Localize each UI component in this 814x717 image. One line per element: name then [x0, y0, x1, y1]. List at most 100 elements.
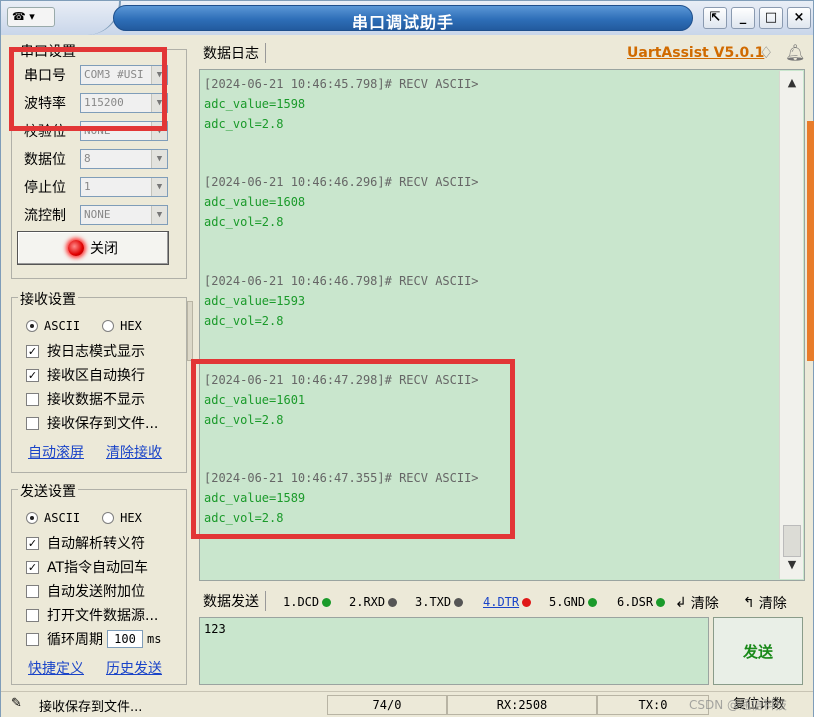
checkbox-checked[interactable]: ✓: [26, 368, 39, 382]
recv-hex-label: HEX: [120, 319, 142, 333]
log-entry: [2024-06-21 10:46:46.798]# RECV ASCII> a…: [204, 271, 479, 331]
send-opt-at-cr-label: AT指令自动回车: [47, 560, 149, 576]
checkbox-unchecked[interactable]: [26, 416, 39, 430]
checkbox-unchecked[interactable]: [26, 608, 39, 622]
pin-icon[interactable]: ⇱: [703, 7, 727, 29]
recv-ascii-label: ASCII: [44, 319, 81, 333]
send-hex-label: HEX: [120, 511, 142, 525]
status-led-icon: [68, 240, 84, 256]
flow-row: 流控制 NONE ▼: [24, 204, 168, 226]
app-window: ☎ ▾ 串口调试助手 ⇱ _ □ × 串口设置 串口号 COM3 #USI ▼ 波…: [0, 0, 814, 717]
checkbox-checked[interactable]: ✓: [26, 344, 39, 358]
recv-opt-autowrap[interactable]: ✓ 接收区自动换行: [26, 365, 145, 385]
log-entry-header: [2024-06-21 10:46:45.798]# RECV ASCII>: [204, 77, 479, 91]
send-opt-at-cr[interactable]: ✓ AT指令自动回车: [26, 557, 148, 577]
log-entry-voltage: adc_vol=2.8: [204, 314, 284, 328]
recv-hex-radio[interactable]: [102, 320, 115, 332]
send-button[interactable]: 发送: [713, 617, 803, 685]
send-opt-file[interactable]: 打开文件数据源...: [26, 605, 158, 625]
recv-opt-hide[interactable]: 接收数据不显示: [26, 389, 145, 409]
clear-receive-link[interactable]: 清除接收: [106, 442, 162, 462]
signal-dcd[interactable]: 1.DCD: [283, 595, 332, 609]
clear-button-1[interactable]: ↲ 清除: [675, 593, 719, 613]
signal-dtr[interactable]: 4.DTR: [483, 595, 532, 609]
recv-format-row: ASCII HEX: [26, 316, 142, 336]
receive-settings-title: 接收设置: [18, 289, 78, 309]
log-scrollbar[interactable]: ▲ ▼: [779, 71, 803, 579]
send-opt-append-label: 自动发送附加位: [47, 584, 145, 600]
send-hex-radio[interactable]: [102, 512, 115, 524]
clear-button-2[interactable]: ↰ 清除: [743, 593, 787, 613]
send-input[interactable]: 123: [199, 617, 709, 685]
title-curve-decoration: [61, 1, 121, 35]
send-ascii-radio[interactable]: [26, 512, 38, 524]
close-window-button[interactable]: ×: [787, 7, 811, 29]
scroll-down-icon[interactable]: ▼: [780, 555, 804, 575]
status-rx: RX:2508: [447, 695, 597, 715]
scroll-thumb[interactable]: [783, 525, 801, 557]
autoscroll-link[interactable]: 自动滚屏: [28, 442, 84, 462]
title-pill: 串口调试助手: [113, 5, 693, 32]
chevron-down-icon: ▼: [151, 206, 167, 224]
flow-select[interactable]: NONE ▼: [80, 205, 168, 225]
checkbox-unchecked[interactable]: [26, 584, 39, 598]
stopbits-label: 停止位: [24, 180, 66, 196]
checkbox-unchecked[interactable]: [26, 632, 39, 646]
stopbits-select[interactable]: 1 ▼: [80, 177, 168, 197]
chevron-down-icon: ▼: [151, 178, 167, 196]
diamond-icon[interactable]: ♢: [759, 43, 773, 62]
log-entry: [2024-06-21 10:46:46.296]# RECV ASCII> a…: [204, 172, 479, 232]
checkbox-unchecked[interactable]: [26, 392, 39, 406]
databits-select[interactable]: 8 ▼: [80, 149, 168, 169]
status-bar: ✎ 接收保存到文件... 74/0 RX:2508 TX:0 复位计数 CSDN…: [1, 691, 813, 717]
clear-button-2-label: 清除: [758, 596, 787, 612]
status-left-text[interactable]: 接收保存到文件...: [39, 696, 142, 715]
signal-dcd-indicator: [322, 597, 332, 607]
checkbox-checked[interactable]: ✓: [26, 536, 39, 550]
period-input[interactable]: 100: [107, 630, 143, 648]
close-port-button[interactable]: 关闭: [17, 231, 169, 265]
maximize-button[interactable]: □: [759, 7, 783, 29]
tab-data-send[interactable]: 数据发送: [203, 591, 266, 611]
signal-gnd-label: 5.GND: [549, 595, 586, 609]
log-entry-header: [2024-06-21 10:46:46.798]# RECV ASCII>: [204, 274, 479, 288]
send-opt-escape[interactable]: ✓ 自动解析转义符: [26, 533, 145, 553]
databits-row: 数据位 8 ▼: [24, 148, 168, 170]
send-opt-period-label: 循环周期: [47, 632, 103, 648]
signal-dcd-label: 1.DCD: [283, 595, 320, 609]
signal-rxd[interactable]: 2.RXD: [349, 595, 398, 609]
log-entry-voltage: adc_vol=2.8: [204, 117, 284, 131]
period-unit: ms: [147, 632, 162, 646]
databits-value: 8: [84, 152, 91, 165]
scroll-up-icon[interactable]: ▲: [780, 73, 804, 93]
status-count: 74/0: [327, 695, 447, 715]
signal-gnd[interactable]: 5.GND: [549, 595, 598, 609]
signal-dtr-label: 4.DTR: [483, 595, 520, 609]
title-bar: ☎ ▾ 串口调试助手 ⇱ _ □ ×: [1, 1, 813, 35]
system-menu-label: ☎ ▾: [12, 10, 35, 23]
log-entry-value: adc_value=1608: [204, 195, 306, 209]
shortcuts-link[interactable]: 快捷定义: [28, 658, 84, 678]
highlight-box-log: [191, 359, 515, 539]
tab-data-log[interactable]: 数据日志: [203, 43, 266, 63]
system-menu-button[interactable]: ☎ ▾: [7, 7, 55, 27]
panel-splitter-handle[interactable]: [187, 301, 193, 361]
history-link[interactable]: 历史发送: [106, 658, 162, 678]
minimize-button[interactable]: _: [731, 7, 755, 29]
recv-opt-save-label: 接收保存到文件...: [47, 416, 159, 432]
bell-icon[interactable]: 🔔︎: [785, 43, 805, 62]
send-opt-period: 循环周期 100 ms: [26, 629, 161, 649]
stopbits-row: 停止位 1 ▼: [24, 176, 168, 198]
signal-gnd-indicator: [588, 597, 598, 607]
log-entry-voltage: adc_vol=2.8: [204, 215, 284, 229]
flow-value: NONE: [84, 208, 111, 221]
signal-txd[interactable]: 3.TXD: [415, 595, 464, 609]
brand-link[interactable]: UartAssist V5.0.1: [627, 45, 764, 61]
recv-opt-save[interactable]: 接收保存到文件...: [26, 413, 158, 433]
send-ascii-label: ASCII: [44, 511, 81, 525]
checkbox-checked[interactable]: ✓: [26, 560, 39, 574]
send-opt-append[interactable]: 自动发送附加位: [26, 581, 145, 601]
signal-dsr[interactable]: 6.DSR: [617, 595, 666, 609]
recv-ascii-radio[interactable]: [26, 320, 38, 332]
recv-opt-log-mode[interactable]: ✓ 按日志模式显示: [26, 341, 145, 361]
